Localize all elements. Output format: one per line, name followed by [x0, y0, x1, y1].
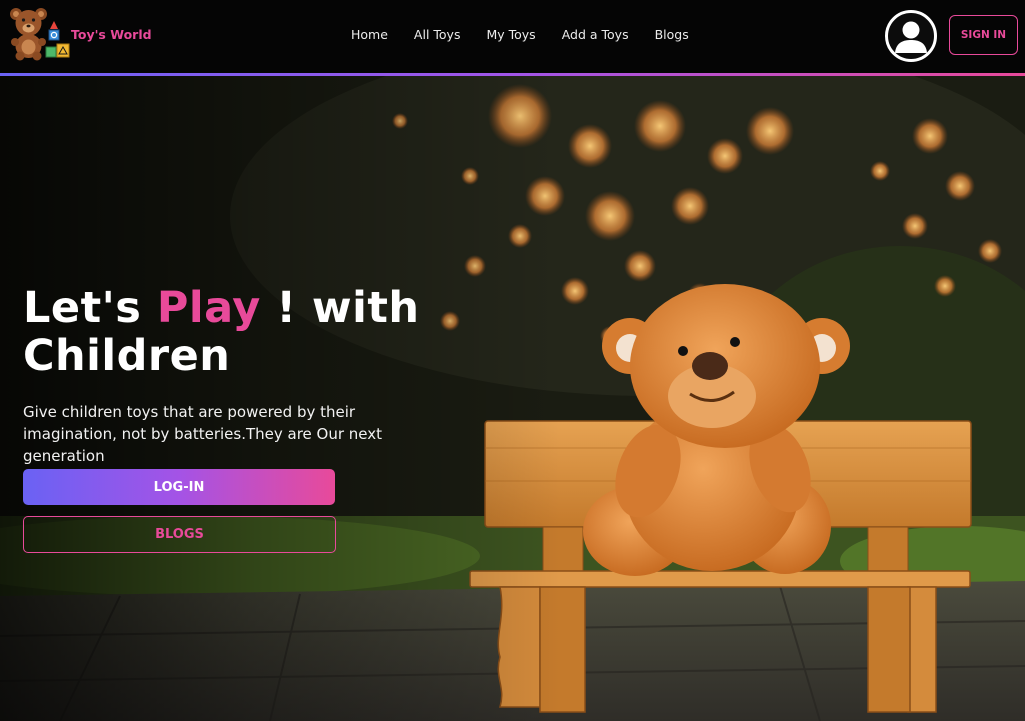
nav-link-all-toys[interactable]: All Toys	[414, 27, 461, 42]
hero-title-part1: Let's	[23, 283, 157, 333]
brand[interactable]	[8, 5, 70, 61]
navbar: Toy's World Home All Toys My Toys Add a …	[0, 0, 1025, 74]
hero-section: Let's Play ! with Children Give children…	[0, 76, 1025, 721]
nav-links: Home All Toys My Toys Add a Toys Blogs	[351, 27, 715, 42]
login-button[interactable]: LOG-IN	[23, 469, 335, 505]
nav-link-add-toys[interactable]: Add a Toys	[562, 27, 629, 42]
hero-title-highlight: Play	[156, 283, 261, 333]
teddy-bear-logo-icon	[8, 5, 70, 61]
nav-link-my-toys[interactable]: My Toys	[486, 27, 535, 42]
hero-teddy-bear-image	[0, 76, 1025, 721]
hero-subtitle: Give children toys that are powered by t…	[23, 403, 383, 465]
nav-link-blogs[interactable]: Blogs	[655, 27, 689, 42]
user-avatar-icon[interactable]	[885, 10, 937, 62]
brand-name[interactable]: Toy's World	[71, 27, 152, 42]
nav-link-home[interactable]: Home	[351, 27, 388, 42]
blogs-button[interactable]: BLOGS	[23, 516, 336, 553]
hero-title: Let's Play ! with Children	[23, 284, 443, 380]
sign-in-button[interactable]: SIGN IN	[949, 15, 1018, 55]
